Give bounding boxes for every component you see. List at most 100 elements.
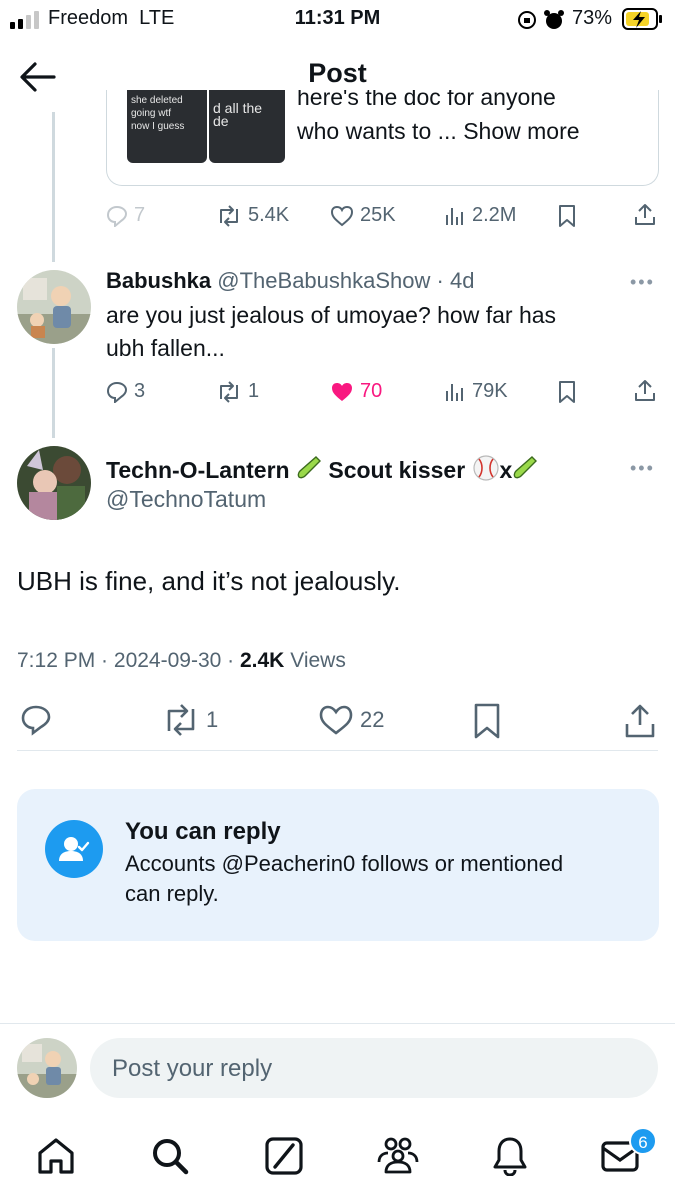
share-icon (625, 704, 655, 738)
media-thumbnail[interactable]: d all the de (209, 90, 285, 163)
test-tube-icon (296, 455, 322, 481)
reply-icon (106, 205, 128, 227)
reply-count: 3 (134, 380, 146, 402)
thumbnail-text: going wtf (131, 108, 172, 119)
views-icon (446, 383, 463, 401)
parent-post-actions: 7 5.4K 25K 2.2M (0, 200, 675, 234)
post-metadata: 7:12 PM · 2024-09-30 · 2.4K Views (17, 649, 346, 672)
quoted-post-text: here's the doc for anyone who wants to .… (297, 90, 657, 148)
thumbnail-text: d all the de (213, 100, 263, 129)
post-date: 2024-09-30 (113, 649, 222, 672)
share-button[interactable] (634, 203, 656, 227)
author-handle[interactable]: @TechnoTatum (106, 486, 266, 513)
repost-button[interactable]: 1 (162, 704, 218, 736)
views-count: 2.4K (239, 649, 285, 672)
author-handle[interactable]: @TheBabushkaShow (217, 268, 430, 293)
status-bar: Freedom LTE 11:31 PM 73% (0, 0, 675, 44)
search-icon (153, 1139, 189, 1175)
quoted-post-card[interactable]: she deleted going wtf now I guess d all … (106, 90, 659, 186)
share-icon (635, 380, 655, 401)
repost-icon (220, 204, 238, 227)
show-more-link[interactable]: Show more (463, 118, 579, 144)
share-button[interactable] (624, 703, 656, 739)
tab-search[interactable] (150, 1136, 190, 1176)
tab-home[interactable] (36, 1136, 76, 1176)
avatar-image (17, 1038, 77, 1098)
text-line: ubh fallen... (106, 335, 225, 361)
author-name[interactable]: Techn-O-Lantern (106, 457, 290, 483)
share-icon (635, 204, 655, 225)
quoted-text-line: here's the doc for anyone (297, 90, 556, 110)
thumbnail-text: she deleted (131, 95, 183, 106)
views-label: Views (290, 649, 346, 672)
tab-grok[interactable] (264, 1136, 304, 1176)
reply-button[interactable]: 3 (106, 380, 145, 403)
reply-input-placeholder: Post your reply (112, 1055, 273, 1082)
main-post-actions: 1 22 (0, 700, 675, 744)
text-line: Accounts @Peacherin0 follows or mentione… (125, 851, 564, 876)
avatar[interactable] (17, 446, 91, 520)
share-button[interactable] (634, 379, 656, 403)
more-options-button[interactable]: ••• (630, 458, 655, 479)
bookmark-button[interactable] (556, 380, 578, 404)
author-name-suffix: x (499, 457, 513, 483)
bookmark-icon (474, 703, 500, 739)
bookmark-button[interactable] (472, 703, 502, 739)
test-tube-icon (512, 455, 538, 481)
repost-icon (220, 380, 238, 403)
tab-notifications[interactable] (492, 1136, 528, 1176)
like-count: 25K (360, 204, 396, 226)
messages-badge: 6 (629, 1127, 657, 1155)
reply-count: 7 (134, 204, 146, 226)
tab-communities[interactable] (376, 1134, 420, 1176)
thumbnail-text: now I guess (131, 121, 185, 132)
tab-bar: 6 (0, 1120, 675, 1200)
text-line: can reply. (125, 881, 219, 906)
like-button[interactable]: 25K (330, 204, 396, 227)
alarm-icon (544, 10, 564, 29)
bookmark-button[interactable] (556, 204, 578, 228)
main-author-name-line: Techn-O-Lantern Scout kisser x (106, 454, 538, 484)
reply-button[interactable]: 7 (106, 204, 145, 227)
my-avatar[interactable] (17, 1038, 77, 1098)
bookmark-icon (559, 381, 575, 403)
battery-percent: 73% (572, 7, 613, 29)
restriction-badge (45, 820, 103, 878)
reply-icon (21, 705, 51, 736)
page-title: Post (308, 58, 367, 88)
post-text: UBH is fine, and it’s not jealously. (17, 566, 401, 596)
restriction-description: Accounts @Peacherin0 follows or mentione… (125, 849, 563, 909)
repost-count: 1 (206, 707, 219, 732)
baseball-icon (472, 454, 500, 482)
views-count: 2.2M (472, 204, 517, 226)
like-count: 22 (360, 707, 385, 732)
thread-line (52, 112, 55, 262)
views-button[interactable]: 79K (444, 380, 508, 403)
like-count: 70 (360, 380, 383, 402)
repost-button[interactable]: 1 (216, 380, 259, 403)
repost-button[interactable]: 5.4K (216, 204, 289, 227)
author-name-extra: Scout kisser (328, 457, 466, 483)
like-button[interactable]: 22 (318, 704, 384, 736)
reply-icon (106, 381, 128, 403)
communities-icon (377, 1137, 419, 1174)
like-button[interactable]: 70 (330, 380, 382, 403)
views-button[interactable]: 2.2M (444, 204, 516, 227)
reply-button[interactable] (20, 704, 52, 736)
avatar[interactable] (17, 270, 91, 344)
views-icon (446, 207, 463, 225)
post-age: 4d (449, 268, 475, 293)
notifications-icon (493, 1137, 527, 1176)
views-count: 79K (472, 380, 508, 402)
repost-count: 5.4K (248, 204, 290, 226)
media-thumbnail[interactable]: she deleted going wtf now I guess (127, 90, 207, 163)
repost-icon (167, 704, 195, 736)
reply-text: are you just jealous of umoyae? how far … (106, 299, 646, 365)
more-options-button[interactable]: ••• (630, 272, 655, 293)
reply-input[interactable]: Post your reply (90, 1038, 658, 1098)
repost-count: 1 (248, 380, 260, 402)
author-name[interactable]: Babushka (106, 268, 211, 293)
heart-filled-icon (332, 382, 352, 401)
post-time: 7:12 PM (17, 649, 96, 672)
heart-icon (330, 205, 354, 226)
